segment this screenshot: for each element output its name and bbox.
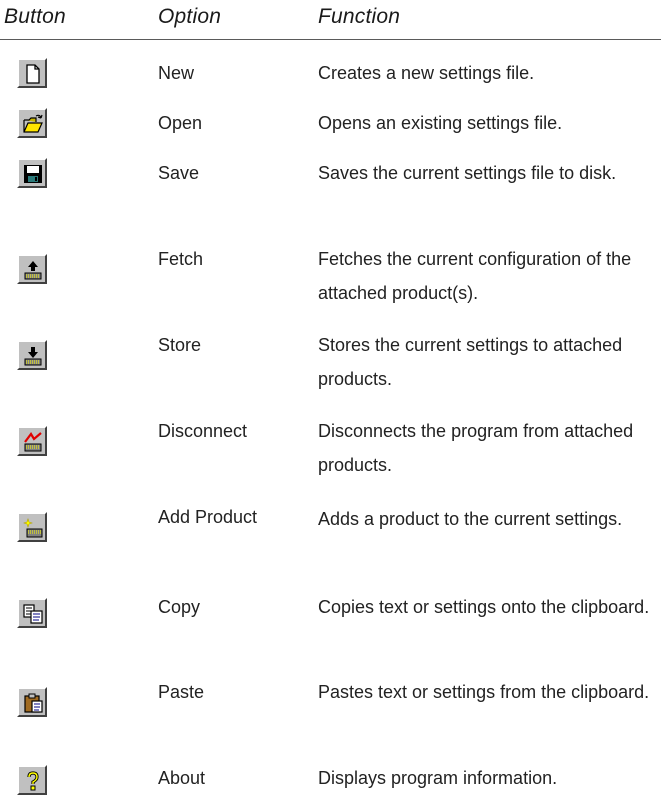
function-text: Saves the current settings file to disk. [318,163,617,183]
table-row-disconnect: Disconnect Disconnects the program from … [0,414,661,478]
table-row-copy: Copy Copies text or settings onto the cl… [0,590,661,654]
header-divider [0,39,661,40]
option-label: Save [158,163,200,183]
header-option: Option [158,5,222,28]
function-text: Fetches the current configuration of the… [318,249,632,303]
save-disk-icon[interactable] [17,158,47,188]
store-icon[interactable] [17,340,47,370]
header-function: Function [318,5,401,28]
table-row-store: Store Stores the current settings to att… [0,328,661,392]
function-text: Creates a new settings file. [318,63,535,83]
option-label: Paste [158,682,205,702]
function-text: Opens an existing settings file. [318,113,563,133]
option-label: Copy [158,597,201,617]
function-text: Copies text or settings onto the clipboa… [318,597,650,617]
option-label: Fetch [158,249,204,269]
table-row-fetch: Fetch Fetches the current configuration … [0,242,661,306]
copy-icon[interactable] [17,598,47,628]
fetch-icon[interactable] [17,254,47,284]
table-row-paste: Paste Pastes text or settings from the c… [0,675,661,739]
option-label: About [158,768,206,788]
add-product-icon[interactable] [17,512,47,542]
table-row-add-product: Add Product Adds a product to the curren… [0,500,661,564]
about-help-icon[interactable] [17,765,47,795]
option-label: Add Product [158,507,258,527]
function-text: Pastes text or settings from the clipboa… [318,682,650,702]
open-folder-icon[interactable] [17,108,47,138]
table-row-about: About Displays program information. [0,761,661,801]
function-text: Displays program information. [318,768,558,788]
new-file-icon[interactable] [17,58,47,88]
option-label: Store [158,335,202,355]
option-label: Open [158,113,203,133]
paste-icon[interactable] [17,687,47,717]
function-text: Stores the current settings to attached … [318,335,623,389]
function-text: Adds a product to the current settings. [318,509,623,529]
option-label: New [158,63,195,83]
table-row-save: Save Saves the current settings file to … [0,156,661,220]
header-button: Button [4,5,66,28]
disconnect-icon[interactable] [17,426,47,456]
option-label: Disconnect [158,421,248,441]
function-text: Disconnects the program from attached pr… [318,421,634,475]
